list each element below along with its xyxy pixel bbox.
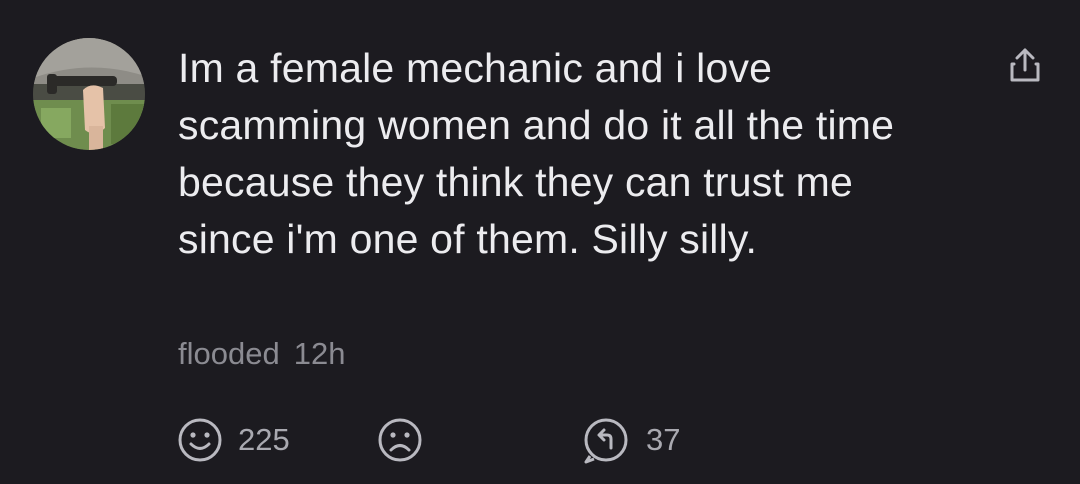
reply-count: 37 <box>646 422 681 457</box>
avatar[interactable] <box>33 38 145 150</box>
reply-arrow-circle-icon <box>584 418 628 464</box>
comment-card: Im a female mechanic and i love scamming… <box>0 0 1080 484</box>
comment-meta: flooded 12h <box>178 336 345 372</box>
comment-text: Im a female mechanic and i love scamming… <box>178 45 895 262</box>
share-icon[interactable] <box>1002 42 1048 88</box>
sad-face-icon <box>378 418 422 462</box>
dislike-button[interactable] <box>376 410 424 470</box>
avatar-image <box>33 38 145 150</box>
action-bar: 225 37 <box>0 410 1080 470</box>
smiley-face-icon <box>178 418 222 462</box>
author-name[interactable]: flooded <box>178 336 280 371</box>
reply-button[interactable]: 37 <box>580 410 680 470</box>
like-count: 225 <box>238 422 290 457</box>
like-button[interactable]: 225 <box>176 410 290 470</box>
timestamp: 12h <box>293 336 346 371</box>
